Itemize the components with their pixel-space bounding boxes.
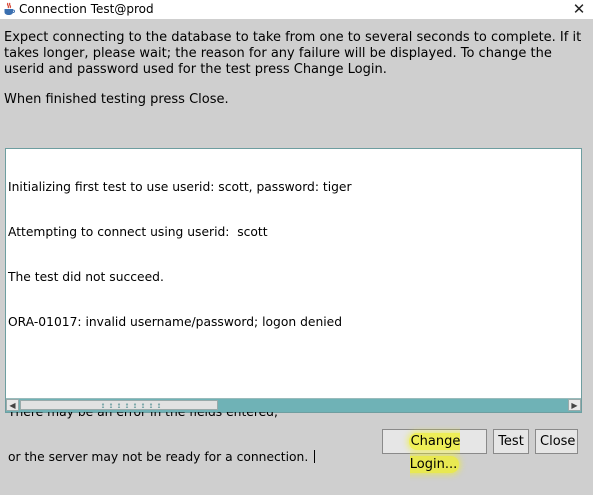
grip-icon (99, 403, 163, 408)
log-textarea[interactable]: Initializing first test to use userid: s… (5, 148, 582, 464)
log-line: or the server may not be ready for a con… (8, 450, 313, 464)
java-cup-icon (4, 2, 15, 15)
log-line: Attempting to connect using userid: scot… (8, 225, 268, 239)
instructions-close-hint: When finished testing press Close. (4, 92, 229, 107)
close-icon[interactable]: ✕ (566, 0, 592, 19)
log-line: ORA-01017: invalid username/password; lo… (8, 315, 343, 329)
change-login-button[interactable]: Change Login... (382, 429, 487, 473)
horizontal-scrollbar[interactable]: ◀ ▶ (6, 398, 581, 412)
text-caret (314, 450, 316, 463)
log-line: Initializing first test to use userid: s… (8, 180, 352, 194)
test-button[interactable]: Test (493, 429, 529, 454)
close-button[interactable]: Close (535, 429, 578, 454)
scroll-left-arrow-icon[interactable]: ◀ (6, 399, 19, 411)
change-login-label: Change Login... (408, 433, 461, 473)
title-bar: Connection Test@prod ✕ (0, 0, 593, 19)
scroll-right-arrow-icon[interactable]: ▶ (568, 399, 581, 411)
scrollbar-thumb[interactable] (20, 400, 218, 410)
log-line: The test did not succeed. (8, 270, 164, 284)
window-title: Connection Test@prod (19, 2, 154, 16)
instructions: Expect connecting to the database to tak… (4, 30, 589, 108)
instructions-text: Expect connecting to the database to tak… (4, 30, 582, 77)
